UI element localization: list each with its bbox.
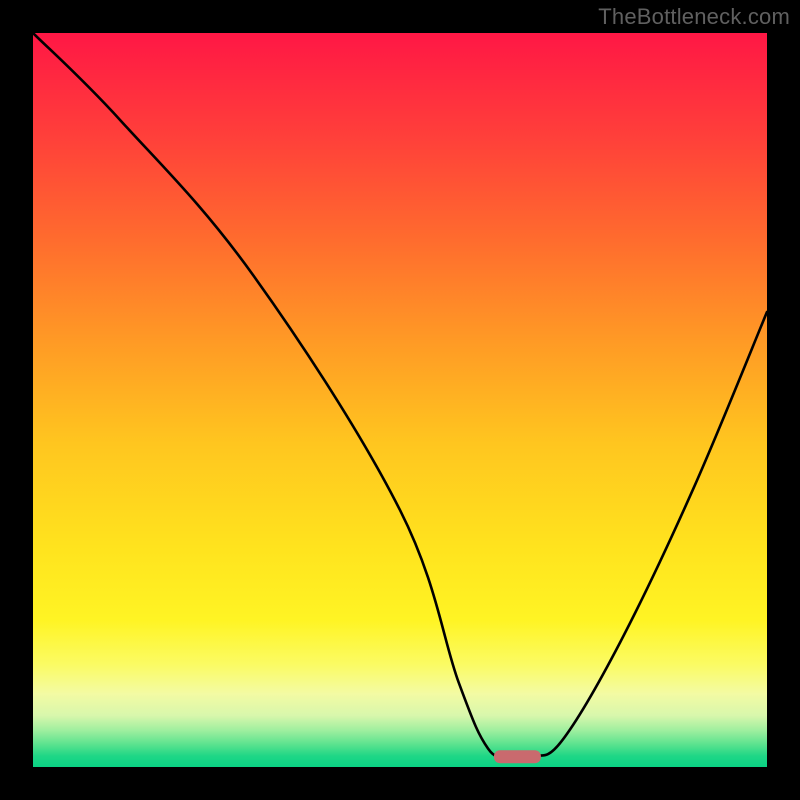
plot-area [33,33,767,767]
optimal-marker [494,750,541,763]
bottleneck-chart [33,33,767,767]
watermark-label: TheBottleneck.com [598,4,790,30]
chart-frame: TheBottleneck.com [0,0,800,800]
